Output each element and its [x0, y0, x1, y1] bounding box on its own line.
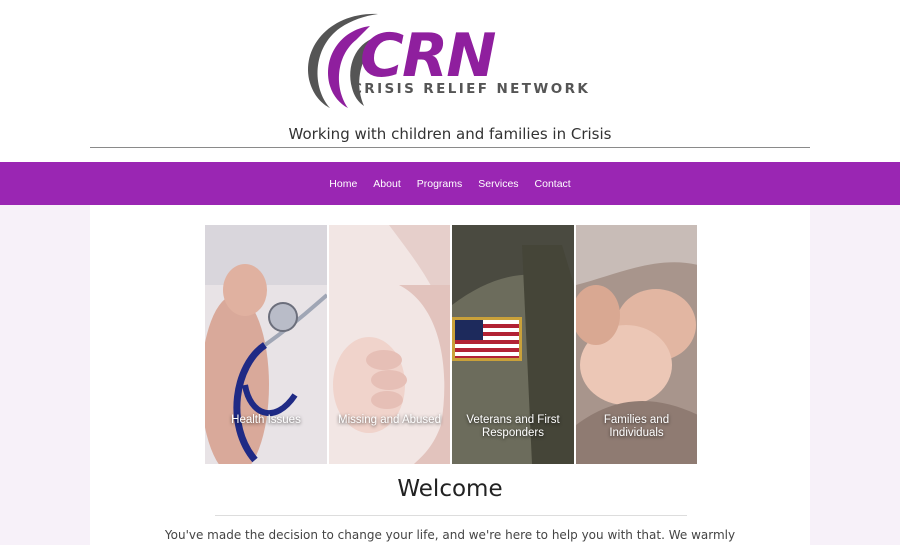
welcome-divider [215, 515, 687, 516]
nav-home[interactable]: Home [329, 178, 357, 190]
tile-label: Missing and Abused [338, 414, 441, 426]
tile-label: Health Issues [231, 414, 301, 426]
tile-label: Families and Individuals [603, 414, 670, 439]
tile-health-issues[interactable]: Health Issues [205, 225, 327, 464]
main-content: Health Issues Missing and Abused Veteran… [90, 205, 810, 545]
baby-hand-image [328, 225, 450, 464]
tile-families-and-individuals[interactable]: Families and Individuals [575, 225, 697, 464]
tile-veterans-and-first-responders[interactable]: Veterans and First Responders [452, 225, 574, 464]
header-divider [90, 147, 810, 148]
welcome-heading: Welcome [397, 476, 503, 502]
nav-contact[interactable]: Contact [535, 178, 571, 190]
site-header: CRN CRISIS RELIEF NETWORK Working with c… [0, 0, 900, 162]
baby-stethoscope-image [205, 225, 327, 464]
program-tiles: Health Issues Missing and Abused Veteran… [205, 225, 697, 464]
tile-label: Veterans and First Responders [466, 414, 560, 439]
nav-services[interactable]: Services [478, 178, 518, 190]
tile-missing-and-abused[interactable]: Missing and Abused [328, 225, 450, 464]
brand-name: CRISIS RELIEF NETWORK [352, 81, 591, 97]
welcome-intro: You've made the decision to change your … [164, 528, 736, 542]
nav-about[interactable]: About [373, 178, 400, 190]
main-nav: Home About Programs Services Contact [0, 162, 900, 205]
nav-programs[interactable]: Programs [417, 178, 463, 190]
tagline: Working with children and families in Cr… [288, 125, 612, 143]
